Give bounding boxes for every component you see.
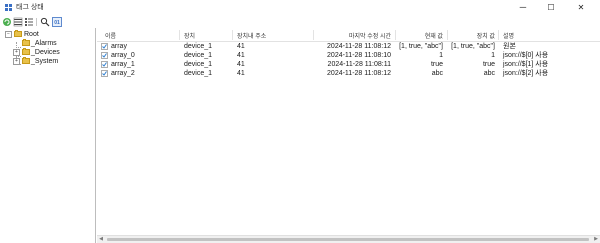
cell-description: json://$[0] 사용 [503, 52, 549, 59]
cell-description: 원본 [503, 43, 516, 50]
cell-address: 41 [237, 70, 245, 77]
minimize-button[interactable]: ─ [510, 0, 536, 15]
table-row[interactable]: array_0 device_1 41 2024-11-28 11:08:10 … [97, 51, 600, 60]
cell-modified: 2024-11-28 11:08:10 [327, 52, 391, 59]
cell-device-value: 1 [491, 52, 495, 59]
column-header-current-value[interactable]: 현재 값 [399, 31, 443, 40]
expand-icon[interactable]: + [13, 58, 20, 65]
cell-address: 41 [237, 43, 245, 50]
cell-address: 41 [237, 61, 245, 68]
cell-address: 41 [237, 52, 245, 59]
cell-name: array_0 [111, 52, 135, 59]
cell-device: device_1 [184, 43, 213, 50]
tree-item-label: _System [31, 58, 59, 65]
cell-device-value: [1, true, "abc"] [451, 43, 495, 50]
column-divider[interactable] [232, 30, 233, 40]
column-divider[interactable] [179, 30, 180, 40]
cell-device-value: abc [483, 70, 495, 77]
cell-name: array_2 [111, 70, 135, 77]
horizontal-scrollbar[interactable]: ◀ ▶ [97, 235, 600, 243]
tree-item-label: _Alarms [31, 40, 57, 47]
cell-current-value: abc [431, 70, 443, 77]
cell-current-value: true [430, 61, 443, 68]
tag-icon [101, 70, 108, 77]
maximize-button[interactable]: ☐ [538, 0, 564, 15]
list-view-icon[interactable] [13, 17, 23, 27]
table-row[interactable]: array_1 device_1 41 2024-11-28 11:08:11 … [97, 60, 600, 69]
tree-item-alarms[interactable]: _Alarms [13, 39, 93, 48]
scroll-thumb[interactable] [107, 238, 589, 241]
cell-device: device_1 [184, 52, 213, 59]
scroll-right-icon[interactable]: ▶ [592, 236, 600, 243]
column-header-device[interactable]: 장치 [184, 31, 195, 40]
tree-item-label: Root [24, 31, 39, 38]
column-header-address[interactable]: 장치내 주소 [237, 31, 266, 40]
grid-header: 이름 장치 장치내 주소 마지막 수정 시간 현재 값 장치 값 설명 [97, 28, 600, 42]
cell-modified: 2024-11-28 11:08:12 [327, 70, 391, 77]
detail-view-icon[interactable] [24, 17, 34, 27]
folder-icon [22, 39, 30, 46]
cell-current-value: 1 [439, 52, 443, 59]
collapse-icon[interactable]: − [5, 31, 12, 38]
table-row[interactable]: array device_1 41 2024-11-28 11:08:12 [1… [97, 42, 600, 51]
cell-description: json://$[2] 사용 [503, 70, 549, 77]
tag-icon [101, 43, 108, 50]
cell-modified: 2024-11-28 11:08:12 [327, 43, 391, 50]
title-bar: 태그 상태 ─ ☐ ✕ [0, 0, 600, 15]
column-divider[interactable] [498, 30, 499, 40]
search-icon[interactable] [40, 17, 50, 27]
column-divider[interactable] [395, 30, 396, 40]
binary-view-icon[interactable]: 01 [52, 17, 62, 27]
toolbar-separator [36, 18, 37, 26]
svg-text:01: 01 [54, 20, 60, 26]
tag-grid: 이름 장치 장치내 주소 마지막 수정 시간 현재 값 장치 값 설명 arra… [97, 28, 600, 235]
cell-current-value: [1, true, "abc"] [399, 43, 443, 50]
column-divider[interactable] [313, 30, 314, 40]
column-header-modified[interactable]: 마지막 수정 시간 [326, 31, 391, 40]
toolbar: 01 [0, 15, 600, 28]
tag-icon [101, 52, 108, 59]
expand-icon[interactable]: + [13, 49, 20, 56]
close-button[interactable]: ✕ [568, 0, 594, 15]
tag-icon [101, 61, 108, 68]
cell-device: device_1 [184, 61, 213, 68]
window-title: 태그 상태 [16, 4, 44, 11]
cell-description: json://$[1] 사용 [503, 61, 549, 68]
tree-item-root[interactable]: − Root [5, 30, 93, 39]
folder-icon [22, 57, 30, 64]
app-grid-icon [5, 4, 13, 12]
column-header-description[interactable]: 설명 [503, 31, 514, 40]
tree-item-devices[interactable]: + _Devices [13, 48, 93, 57]
cell-name: array [111, 43, 127, 50]
tag-status-window: 태그 상태 ─ ☐ ✕ 01 − Root _Alarms + _Devices… [0, 0, 600, 243]
cell-name: array_1 [111, 61, 135, 68]
cell-device: device_1 [184, 70, 213, 77]
column-divider[interactable] [447, 30, 448, 40]
folder-icon [14, 30, 22, 37]
tree-item-label: _Devices [31, 49, 60, 56]
scroll-left-icon[interactable]: ◀ [97, 236, 105, 243]
tree-item-system[interactable]: + _System [13, 57, 93, 66]
column-header-name[interactable]: 이름 [105, 31, 116, 40]
tag-tree: − Root _Alarms + _Devices + _System [0, 28, 96, 243]
folder-icon [22, 48, 30, 55]
refresh-icon[interactable] [2, 17, 12, 27]
cell-device-value: true [482, 61, 495, 68]
cell-modified: 2024-11-28 11:08:11 [327, 61, 391, 68]
table-row[interactable]: array_2 device_1 41 2024-11-28 11:08:12 … [97, 69, 600, 78]
column-header-device-value[interactable]: 장치 값 [451, 31, 495, 40]
